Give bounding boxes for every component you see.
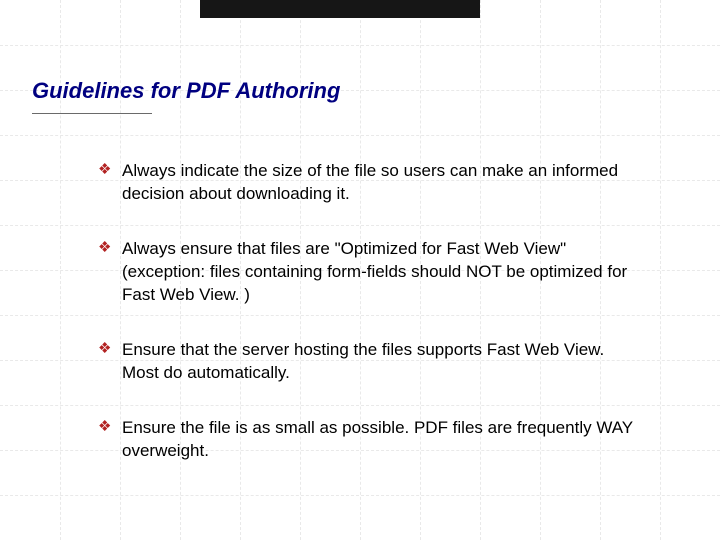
bullet-text: Ensure that the server hosting the files… xyxy=(122,340,604,382)
bullet-text: Ensure the file is as small as possible.… xyxy=(122,418,633,460)
diamond-bullet-icon: ❖ xyxy=(98,162,111,177)
diamond-bullet-icon: ❖ xyxy=(98,240,111,255)
list-item: ❖ Ensure that the server hosting the fil… xyxy=(98,339,643,385)
list-item: ❖ Ensure the file is as small as possibl… xyxy=(98,417,643,463)
title-underline xyxy=(32,113,152,114)
top-bar xyxy=(200,0,480,18)
slide: Guidelines for PDF Authoring ❖ Always in… xyxy=(0,0,720,540)
list-item: ❖ Always indicate the size of the file s… xyxy=(98,160,643,206)
bullet-text: Always ensure that files are "Optimized … xyxy=(122,239,627,304)
diamond-bullet-icon: ❖ xyxy=(98,341,111,356)
diamond-bullet-icon: ❖ xyxy=(98,419,111,434)
bullet-text: Always indicate the size of the file so … xyxy=(122,161,618,203)
bullet-list: ❖ Always indicate the size of the file s… xyxy=(98,160,643,462)
slide-title: Guidelines for PDF Authoring xyxy=(32,78,340,104)
content-area: ❖ Always indicate the size of the file s… xyxy=(98,160,643,494)
list-item: ❖ Always ensure that files are "Optimize… xyxy=(98,238,643,307)
